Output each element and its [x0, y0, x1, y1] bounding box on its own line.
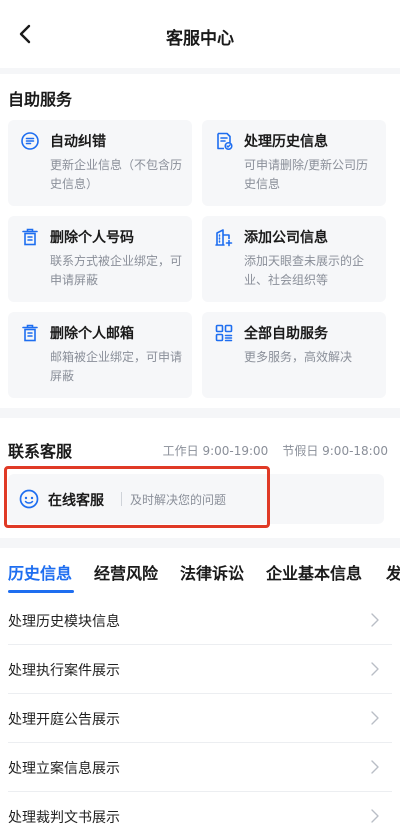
card-desc: 邮箱被企业绑定，可申请屏蔽	[50, 350, 183, 383]
card-delete-phone[interactable]: 删除个人号码 联系方式被企业绑定，可申请屏蔽	[8, 216, 192, 302]
service-hours: 工作日 9:00-19:00 节假日 9:00-18:00	[149, 442, 388, 459]
delete-bin-icon	[22, 324, 38, 342]
tab-business-risk[interactable]: 经营风险	[94, 560, 158, 584]
chevron-right-icon	[371, 809, 379, 823]
card-desc: 更多服务，高效解决	[244, 350, 353, 364]
chevron-right-icon	[371, 711, 379, 725]
card-label: 删除个人邮箱	[50, 326, 134, 342]
card-label: 添加公司信息	[244, 230, 328, 246]
list-item[interactable]: 处理历史模块信息	[8, 596, 392, 645]
chevron-right-icon	[371, 662, 379, 676]
highlight-box	[4, 466, 270, 528]
card-desc: 联系方式被企业绑定，可申请屏蔽	[50, 254, 183, 287]
list-item-label: 处理开庭公告展示	[8, 712, 120, 728]
list-item[interactable]: 处理立案信息展示	[8, 743, 392, 792]
tab-legal-litigation[interactable]: 法律诉讼	[180, 560, 244, 584]
tab-more[interactable]: 发	[386, 560, 400, 584]
card-label: 删除个人号码	[50, 230, 134, 246]
list-item[interactable]: 处理开庭公告展示	[8, 694, 392, 743]
holiday-hours: 节假日 9:00-18:00	[282, 444, 388, 458]
faq-section: 历史信息 经营风险 法律诉讼 企业基本信息 发 处理历史模块信息 处理执行案件展…	[0, 548, 400, 830]
card-desc: 更新企业信息（不包含历史信息）	[50, 158, 183, 191]
tab-company-basic-info[interactable]: 企业基本信息	[266, 560, 362, 584]
chevron-right-icon	[371, 613, 379, 627]
card-add-company[interactable]: 添加公司信息 添加天眼查未展示的企业、社会组织等	[202, 216, 386, 302]
contact-title: 联系客服	[8, 442, 73, 461]
card-label: 处理历史信息	[244, 134, 328, 150]
card-label: 自动纠错	[50, 134, 106, 150]
delete-bin-icon	[22, 228, 38, 246]
tab-history-info[interactable]: 历史信息	[8, 560, 72, 584]
list-item-label: 处理历史模块信息	[8, 614, 120, 630]
card-desc: 可申请删除/更新公司历史信息	[244, 158, 369, 191]
card-history-info[interactable]: 处理历史信息 可申请删除/更新公司历史信息	[202, 120, 386, 206]
card-label: 全部自助服务	[244, 326, 328, 342]
page-title: 客服中心	[166, 29, 234, 49]
chevron-right-icon	[371, 760, 379, 774]
card-auto-correct[interactable]: 自动纠错 更新企业信息（不包含历史信息）	[8, 120, 192, 206]
active-tab-indicator	[8, 590, 74, 593]
self-service-title: 自助服务	[8, 90, 73, 109]
card-all-services[interactable]: 全部自助服务 更多服务，高效解决	[202, 312, 386, 398]
self-service-section: 自助服务 自动纠错 更新企业信息（不包含历史信息） 处理历史信息 可申请删除/更…	[0, 74, 400, 408]
card-delete-email[interactable]: 删除个人邮箱 邮箱被企业绑定，可申请屏蔽	[8, 312, 192, 398]
add-building-icon	[215, 229, 233, 247]
nav-bar: 客服中心	[0, 0, 400, 68]
list-item[interactable]: 处理执行案件展示	[8, 645, 392, 694]
list-item-label: 处理裁判文书展示	[8, 810, 120, 826]
list-item-label: 处理执行案件展示	[8, 663, 120, 679]
edit-list-icon	[21, 132, 39, 150]
list-item-label: 处理立案信息展示	[8, 761, 120, 777]
grid-apps-icon	[215, 324, 233, 342]
history-doc-icon	[217, 132, 233, 151]
card-desc: 添加天眼查未展示的企业、社会组织等	[244, 254, 365, 287]
list-item[interactable]: 处理裁判文书展示	[8, 792, 392, 830]
workday-hours: 工作日 9:00-19:00	[162, 444, 269, 458]
category-tabs: 历史信息 经营风险 法律诉讼 企业基本信息 发	[0, 548, 400, 596]
